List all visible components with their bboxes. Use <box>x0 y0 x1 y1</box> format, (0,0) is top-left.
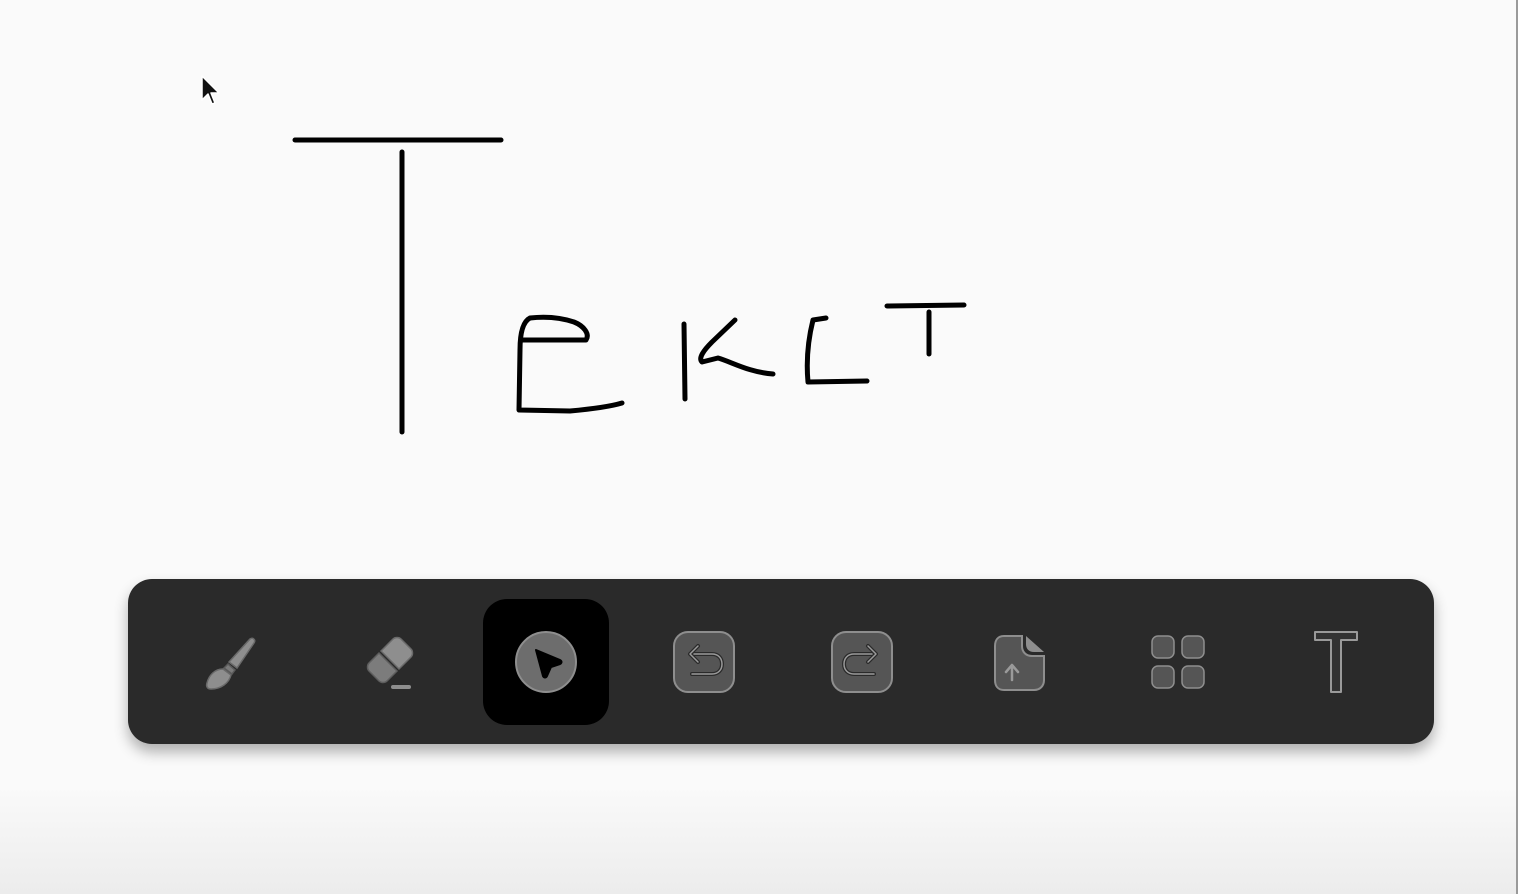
stroke-letter-e <box>516 314 625 414</box>
text-tool-button[interactable] <box>1273 599 1399 725</box>
text-icon <box>1314 631 1358 693</box>
brush-icon <box>205 637 256 690</box>
file-upload-icon <box>994 635 1045 691</box>
stroke-letter-k-arm <box>698 317 776 377</box>
redo-icon <box>831 631 893 693</box>
handwritten-drawing <box>292 137 967 435</box>
stroke-letter-small-t-top <box>884 302 967 309</box>
stroke-letter-s <box>804 315 870 385</box>
grid-icon <box>1151 635 1205 689</box>
apps-button[interactable] <box>1115 599 1241 725</box>
mouse-cursor-icon <box>201 75 220 105</box>
pointer-icon <box>515 631 577 693</box>
upload-file-button[interactable] <box>957 599 1083 725</box>
drawing-canvas[interactable] <box>0 0 1518 894</box>
brush-tool-button[interactable] <box>167 599 293 725</box>
eraser-icon <box>366 636 414 689</box>
eraser-tool-button[interactable] <box>325 599 451 725</box>
pointer-tool-button[interactable] <box>483 599 609 725</box>
undo-button[interactable] <box>641 599 767 725</box>
drawing-toolbar <box>128 579 1434 744</box>
stroke-letter-k-stem <box>681 321 688 402</box>
redo-button[interactable] <box>799 599 925 725</box>
undo-icon <box>673 631 735 693</box>
